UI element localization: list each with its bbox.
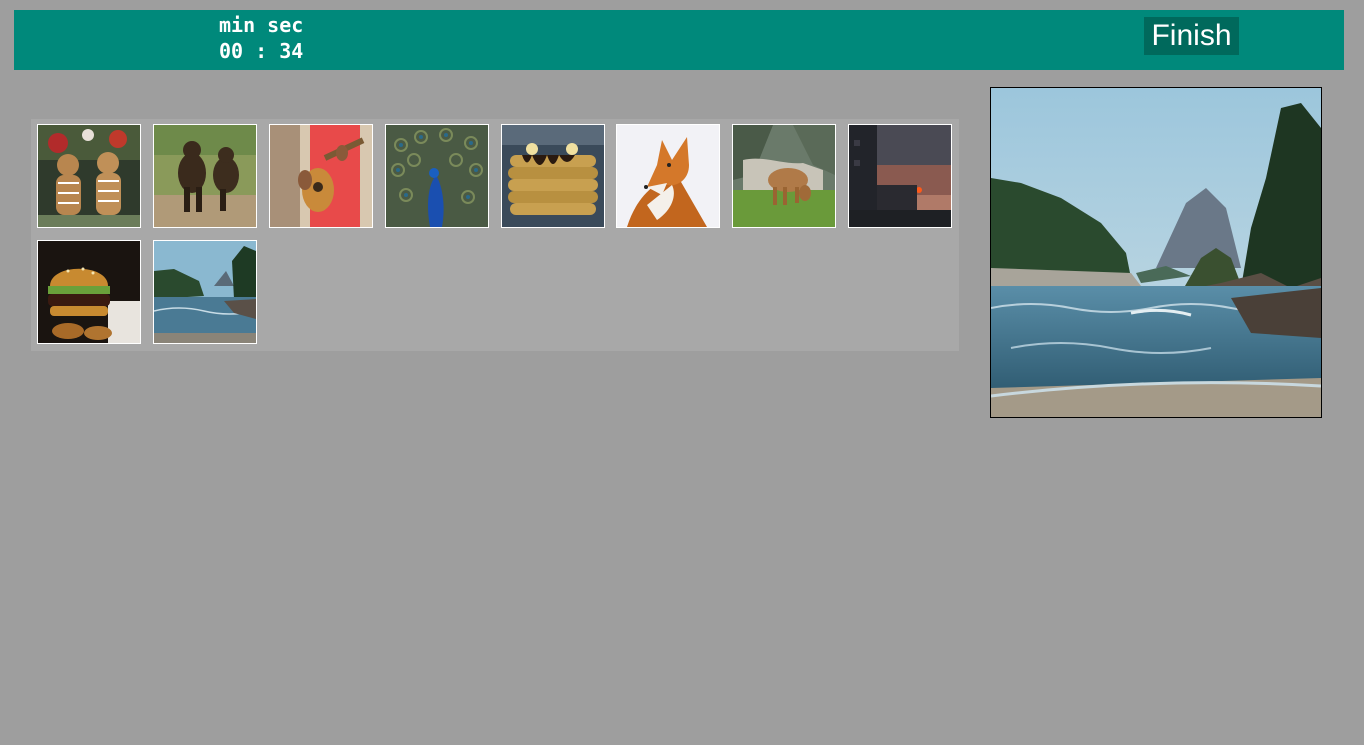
gallery-item-guitar[interactable]	[269, 124, 373, 228]
gallery-item-coastline[interactable]	[153, 240, 257, 344]
timer: min sec 00 : 34	[219, 12, 303, 64]
gallery-item-sunset[interactable]	[848, 124, 952, 228]
preview-image	[990, 87, 1322, 418]
guitar-player-image	[270, 125, 372, 227]
gallery-item-pancakes[interactable]	[501, 124, 605, 228]
gallery-item-gingerbread[interactable]	[37, 124, 141, 228]
timer-units-label: min sec	[219, 13, 304, 37]
gallery-item-monkeys[interactable]	[153, 124, 257, 228]
burger-image	[38, 241, 140, 343]
timer-value: 00 : 34	[219, 39, 304, 63]
pancakes-image	[502, 125, 604, 227]
coastline-image	[154, 241, 256, 343]
gallery-item-cow[interactable]	[732, 124, 836, 228]
gallery-item-burger[interactable]	[37, 240, 141, 344]
finish-button[interactable]: Finish	[1144, 17, 1239, 55]
gallery-item-fox[interactable]	[616, 124, 720, 228]
sunset-building-image	[849, 125, 951, 227]
image-gallery	[31, 119, 959, 351]
coastline-preview-image	[991, 88, 1321, 417]
fox-image	[617, 125, 719, 227]
monkeys-image	[154, 125, 256, 227]
header-bar: min sec 00 : 34 Finish	[14, 10, 1344, 70]
peacock-image	[386, 125, 488, 227]
gallery-item-peacock[interactable]	[385, 124, 489, 228]
gingerbread-cookies-image	[38, 125, 140, 227]
cow-grazing-image	[733, 125, 835, 227]
